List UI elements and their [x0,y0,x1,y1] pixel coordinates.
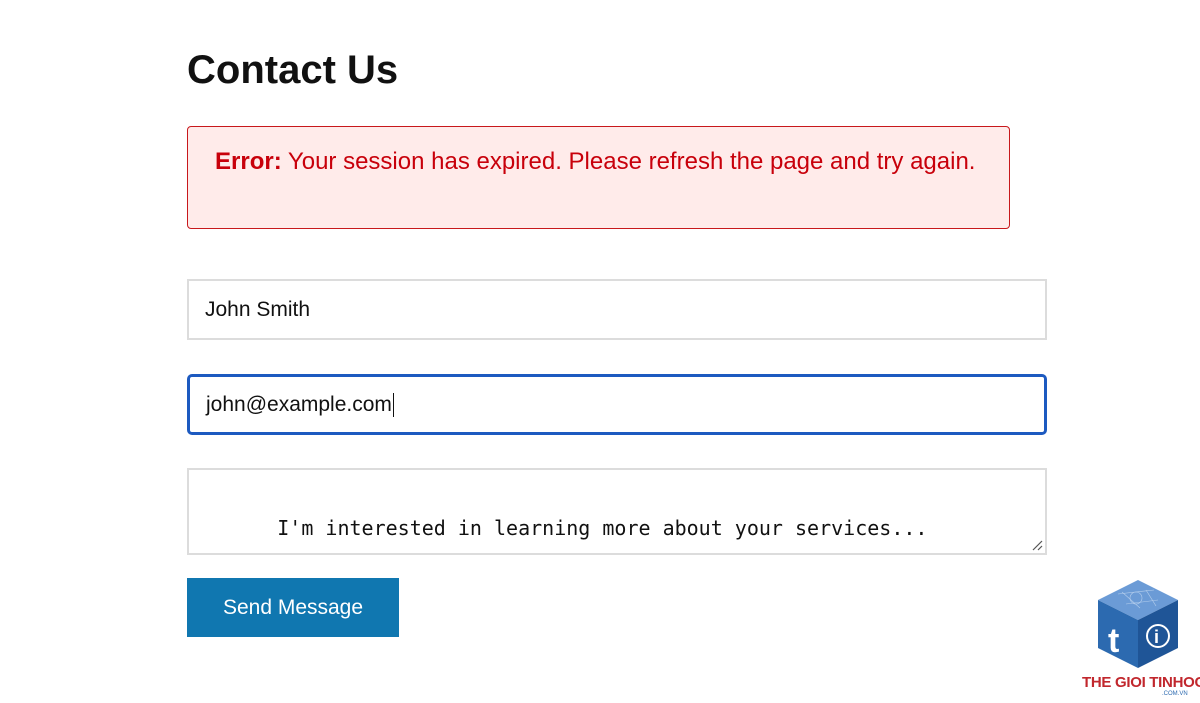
error-label: Error: [215,148,282,175]
watermark-domain: .COM.VN [1162,691,1188,697]
name-input-value: John Smith [205,298,311,321]
resize-grip-icon[interactable] [1031,539,1043,551]
name-input[interactable]: John Smith [187,279,1047,340]
watermark-logo: t i THE GIOI TINHOC .COM.VN [1078,578,1200,698]
email-input-value: john@example.com [206,393,392,416]
svg-text:i: i [1154,627,1159,647]
message-textarea[interactable]: I'm interested in learning more about yo… [187,468,1047,555]
watermark-brand: THE GIOI TINHOC [1082,674,1200,691]
email-input[interactable]: john@example.com [187,374,1047,435]
page-title: Contact Us [187,48,399,92]
text-caret [392,393,394,418]
cube-logo-icon: t i [1098,580,1178,668]
svg-text:t: t [1108,622,1119,660]
send-message-button[interactable]: Send Message [187,578,399,637]
error-alert: Error: Your session has expired. Please … [187,126,1010,229]
message-textarea-value: I'm interested in learning more about yo… [277,516,928,540]
error-message: Your session has expired. Please refresh… [281,148,976,175]
page: Contact Us Error: Your session has expir… [0,0,1200,703]
